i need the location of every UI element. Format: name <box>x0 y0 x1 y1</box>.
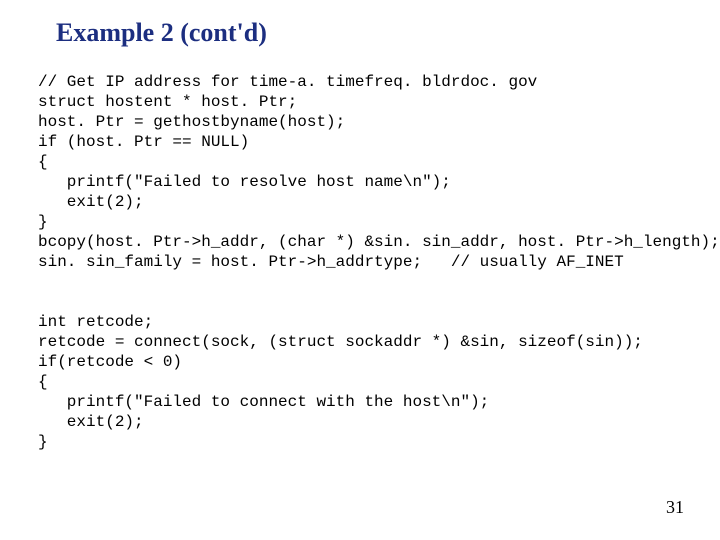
slide-title: Example 2 (cont'd) <box>56 18 267 48</box>
code-block: // Get IP address for time-a. timefreq. … <box>38 72 720 452</box>
page-number: 31 <box>666 497 684 518</box>
slide: Example 2 (cont'd) // Get IP address for… <box>0 0 720 540</box>
